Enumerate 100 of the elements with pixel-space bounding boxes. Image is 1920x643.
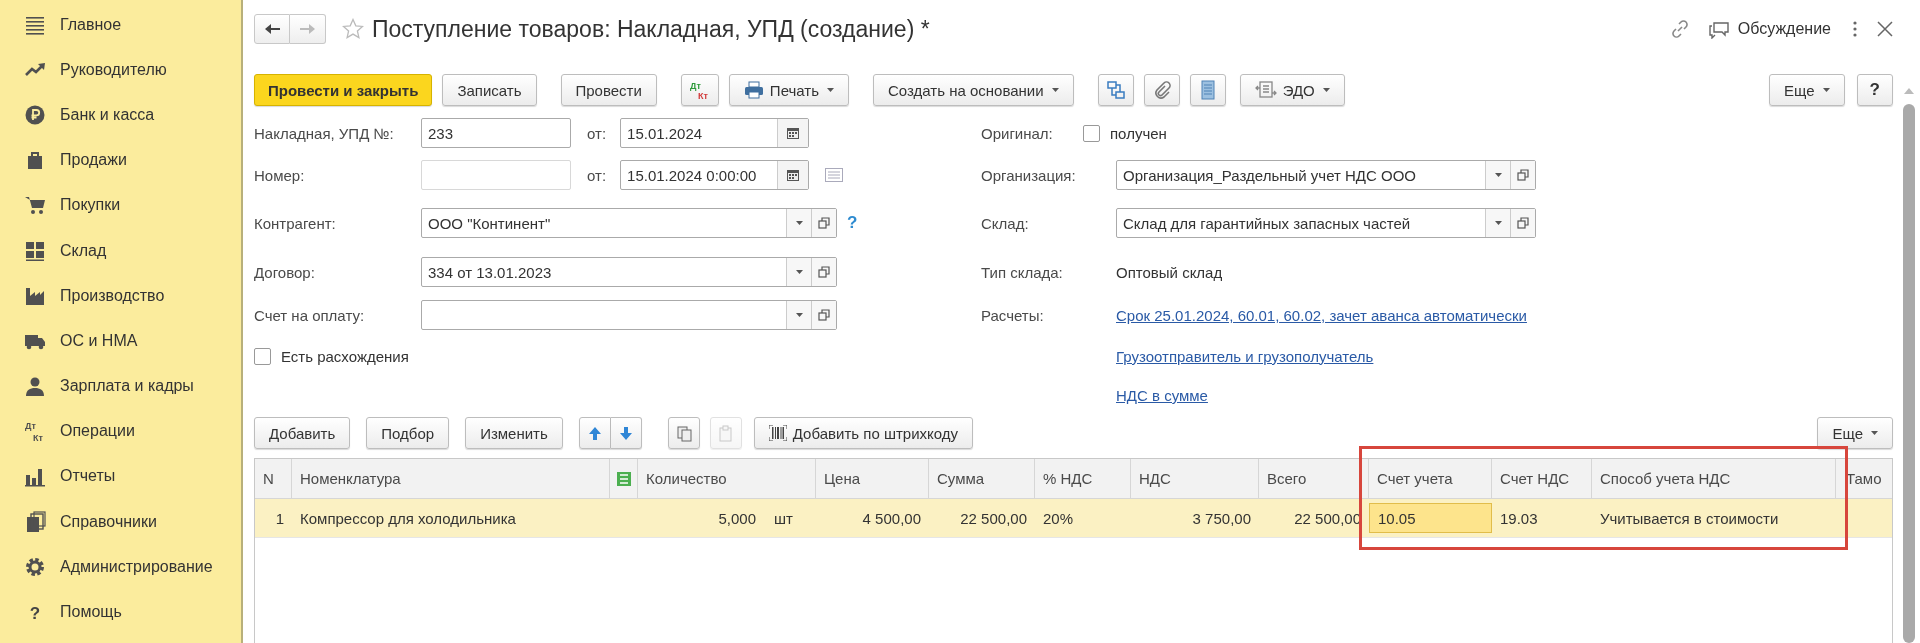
sidebar-item[interactable]: Дт Кт Операции <box>0 408 241 454</box>
create-based-on-button[interactable]: Создать на основании <box>873 74 1074 106</box>
add-button[interactable]: Добавить <box>254 417 351 449</box>
select-field[interactable]: ООО "Континент" <box>421 208 837 238</box>
person-icon <box>24 375 46 398</box>
more-button[interactable]: Еще <box>1817 417 1893 449</box>
documents-icon <box>24 510 46 533</box>
icon-button[interactable] <box>1097 74 1134 106</box>
sidebar-item[interactable]: Склад <box>0 227 241 274</box>
sidebar-item[interactable]: Главное <box>0 2 241 48</box>
field-label: Тип склада: <box>981 263 1064 281</box>
select-field[interactable] <box>421 300 837 330</box>
quantity-cell-text: 5,000 <box>717 509 756 527</box>
field-label: Оригинал: <box>981 124 1054 142</box>
column-header[interactable]: Номенклатура <box>292 459 610 498</box>
copy-button[interactable] <box>667 417 700 449</box>
post-and-close-button[interactable]: Провести и закрыть <box>254 74 433 106</box>
sidebar-item[interactable]: ОС и НМА <box>0 318 241 364</box>
column-header[interactable]: Цена <box>816 459 929 498</box>
sidebar-item[interactable]: Отчеты <box>0 453 241 500</box>
print-button[interactable]: Печать <box>728 74 849 106</box>
paste-icon <box>717 424 734 442</box>
dropdown-icon <box>795 313 803 317</box>
save-button[interactable]: Записать <box>442 74 537 106</box>
debit-credit-icon: Дт Кт <box>688 80 711 100</box>
edit-button[interactable]: Изменить <box>465 417 563 449</box>
move-down-button[interactable] <box>610 417 642 449</box>
field-label: от: <box>587 166 607 184</box>
sidebar-item[interactable]: Руководителю <box>0 47 241 93</box>
more-icon <box>1853 21 1857 37</box>
more-button[interactable]: Еще <box>1769 74 1845 106</box>
sidebar-item[interactable]: Справочники <box>0 499 241 545</box>
column-header[interactable]: Счет учета <box>1369 459 1492 498</box>
help-link[interactable]: ? <box>847 213 858 233</box>
checkbox[interactable] <box>1083 124 1100 142</box>
back-button[interactable] <box>254 14 290 44</box>
table-cell-text: 3 750,00 <box>1191 508 1252 529</box>
caret-icon <box>1322 88 1330 92</box>
printer-icon <box>743 81 764 99</box>
table-cell-text: 22 500,00 <box>959 508 1028 529</box>
settings-icon <box>24 555 46 578</box>
column-header[interactable]: % НДС <box>1035 459 1131 498</box>
scrollbar-thumb[interactable] <box>1903 104 1915 643</box>
date-field[interactable]: 15.01.2024 <box>620 118 810 148</box>
dropdown-icon <box>1494 173 1502 177</box>
column-header[interactable]: НДС <box>1131 459 1259 498</box>
exchange-icon <box>1254 80 1277 100</box>
sidebar-item[interactable]: Банк и касса <box>0 92 241 138</box>
help-button[interactable]: ? <box>1856 74 1893 106</box>
column-header[interactable]: Сумма <box>929 459 1035 498</box>
link[interactable]: Грузоотправитель и грузополучатель <box>1116 347 1374 365</box>
column-header[interactable]: Счет НДС <box>1492 459 1592 498</box>
barcode-add-button[interactable]: Добавить по штрихкоду <box>753 417 973 449</box>
copy-icon <box>675 424 692 442</box>
focused-cell[interactable]: 10.05 <box>1369 503 1492 533</box>
open-window-icon <box>818 217 830 229</box>
coin-icon <box>24 103 46 126</box>
field-label: Накладная, УПД №: <box>254 124 395 142</box>
pick-button[interactable]: Подбор <box>366 417 450 449</box>
move-up-button[interactable] <box>578 417 611 449</box>
select-field[interactable]: 334 от 13.01.2023 <box>421 257 837 287</box>
caret-icon <box>827 88 834 92</box>
discussion-button[interactable]: Обсуждение <box>1707 19 1831 39</box>
sidebar-item[interactable]: Покупки <box>0 182 241 228</box>
cart-icon <box>24 194 46 217</box>
caret-icon <box>1822 88 1830 92</box>
open-window-icon <box>818 266 830 278</box>
scroll-up-icon <box>1904 88 1914 94</box>
column-header[interactable]: Тамо <box>1836 459 1892 498</box>
sidebar-item[interactable]: Производство <box>0 273 241 319</box>
column-header[interactable]: Количество <box>638 459 816 498</box>
edo-button[interactable]: ЭДО <box>1239 74 1345 106</box>
number-field[interactable]: 233 <box>421 118 571 148</box>
table-cell-text: Компрессор для холодильника <box>299 508 517 529</box>
column-header[interactable]: Всего <box>1259 459 1369 498</box>
calendar-icon <box>787 127 800 139</box>
sidebar-item[interactable]: Продажи <box>0 137 241 183</box>
column-header[interactable]: Способ учета НДС <box>1592 459 1836 498</box>
table-cell-text: Учитывается в стоимости <box>1599 508 1780 529</box>
field-label: Счет на оплату: <box>254 306 366 324</box>
sidebar-item[interactable]: Администрирование <box>0 544 241 590</box>
field-value: Оптовый склад <box>1116 263 1223 281</box>
open-window-icon <box>1517 217 1529 229</box>
icon-button[interactable] <box>1143 74 1180 106</box>
icon-button[interactable]: Дт Кт <box>680 74 719 106</box>
select-field[interactable]: Организация_Раздельный учет НДС ООО <box>1116 160 1536 190</box>
icon-button[interactable] <box>1189 74 1226 106</box>
help-icon: ? <box>24 601 46 624</box>
sidebar-item[interactable]: ? Помощь <box>0 589 241 635</box>
caret-icon <box>1871 431 1878 435</box>
table-cell-text: 20% <box>1042 508 1075 529</box>
left-arrow-icon <box>264 22 280 36</box>
checkbox[interactable] <box>254 347 271 365</box>
select-field[interactable]: Склад для гарантийных запасных частей <box>1116 208 1536 238</box>
column-header[interactable]: N <box>255 459 292 498</box>
post-button[interactable]: Провести <box>560 74 657 106</box>
table-cell-text: 1 <box>274 508 285 529</box>
sidebar-item[interactable]: Зарплата и кадры <box>0 363 241 409</box>
link[interactable]: НДС в сумме <box>1116 386 1208 404</box>
link[interactable]: Срок 25.01.2024, 60.01, 60.02, зачет аванса автоматически <box>1116 306 1527 324</box>
